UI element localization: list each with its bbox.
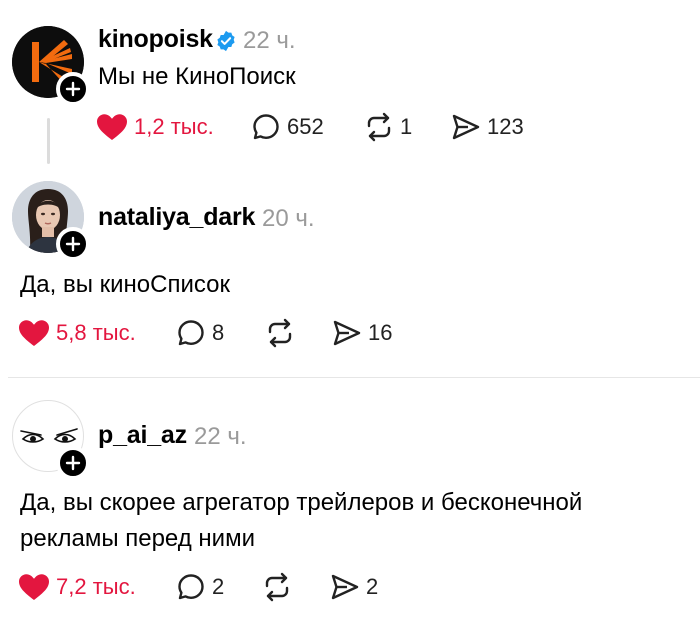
heart-icon bbox=[97, 114, 127, 140]
comment-icon bbox=[178, 574, 204, 600]
heart-icon bbox=[19, 574, 49, 600]
post-kinopoisk: kinopoisk 22 ч. Мы не КиноПоиск 1,2 тыс.… bbox=[0, 0, 700, 170]
follow-button[interactable] bbox=[56, 446, 90, 480]
like-count: 1,2 тыс. bbox=[134, 114, 214, 139]
post-time: 20 ч. bbox=[262, 205, 315, 232]
plus-icon bbox=[65, 236, 81, 252]
post-text: Да, вы киноСписок bbox=[20, 271, 230, 298]
post-nataliya-dark: nataliya_dark 20 ч. Да, вы киноСписок 5,… bbox=[0, 170, 700, 370]
share-button[interactable]: 123 bbox=[451, 110, 524, 144]
share-count: 123 bbox=[487, 114, 524, 139]
post-text: Мы не КиноПоиск bbox=[98, 63, 296, 90]
repost-icon bbox=[265, 572, 289, 602]
comment-button[interactable]: 8 bbox=[176, 316, 224, 350]
repost-icon bbox=[268, 318, 292, 348]
like-count: 5,8 тыс. bbox=[56, 320, 136, 345]
post-time: 22 ч. bbox=[194, 423, 247, 450]
comment-count: 652 bbox=[287, 114, 324, 139]
action-bar: 5,8 тыс. 8 16 bbox=[18, 316, 518, 350]
thread-line bbox=[47, 118, 50, 164]
share-icon bbox=[333, 320, 361, 346]
repost-count: 1 bbox=[400, 114, 413, 139]
comment-button[interactable]: 652 bbox=[251, 110, 324, 144]
share-button[interactable]: 2 bbox=[330, 570, 378, 604]
like-button[interactable]: 7,2 тыс. bbox=[18, 570, 136, 604]
username[interactable]: nataliya_dark bbox=[98, 203, 255, 232]
repost-button[interactable]: 1 bbox=[364, 110, 412, 144]
post-text-line-1: Да, вы скорее агрегатор трейлеров и беск… bbox=[20, 489, 583, 516]
share-count: 2 bbox=[366, 574, 379, 599]
comment-button[interactable]: 2 bbox=[176, 570, 224, 604]
like-count: 7,2 тыс. bbox=[56, 574, 136, 599]
share-icon bbox=[331, 574, 359, 600]
heart-icon bbox=[19, 320, 49, 346]
share-count: 16 bbox=[368, 320, 393, 345]
like-button[interactable]: 1,2 тыс. bbox=[96, 110, 214, 144]
post-time: 22 ч. bbox=[243, 27, 296, 54]
like-button[interactable]: 5,8 тыс. bbox=[18, 316, 136, 350]
action-bar: 1,2 тыс. 652 1 123 bbox=[96, 110, 596, 144]
username[interactable]: kinopoisk bbox=[98, 25, 213, 54]
username[interactable]: p_ai_az bbox=[98, 421, 187, 450]
follow-button[interactable] bbox=[56, 227, 90, 261]
repost-button[interactable] bbox=[265, 316, 295, 350]
avatar-nataliya-dark[interactable] bbox=[12, 181, 90, 261]
action-bar: 7,2 тыс. 2 2 bbox=[18, 570, 518, 604]
repost-icon bbox=[367, 112, 391, 142]
avatar-p-ai-az[interactable] bbox=[12, 400, 90, 480]
comment-icon bbox=[178, 320, 204, 346]
verified-icon bbox=[217, 30, 235, 52]
plus-icon bbox=[65, 455, 81, 471]
post-p-ai-az: p_ai_az 22 ч. Да, вы скорее агрегатор тр… bbox=[0, 378, 700, 626]
share-button[interactable]: 16 bbox=[332, 316, 392, 350]
plus-icon bbox=[65, 81, 81, 97]
comment-count: 8 bbox=[212, 320, 225, 345]
post-text-line-2: рекламы перед ними bbox=[20, 525, 255, 552]
follow-button[interactable] bbox=[56, 72, 90, 106]
comment-icon bbox=[253, 114, 279, 140]
comment-count: 2 bbox=[212, 574, 225, 599]
avatar-kinopoisk[interactable] bbox=[12, 26, 90, 106]
repost-button[interactable] bbox=[262, 570, 292, 604]
share-icon bbox=[452, 114, 480, 140]
